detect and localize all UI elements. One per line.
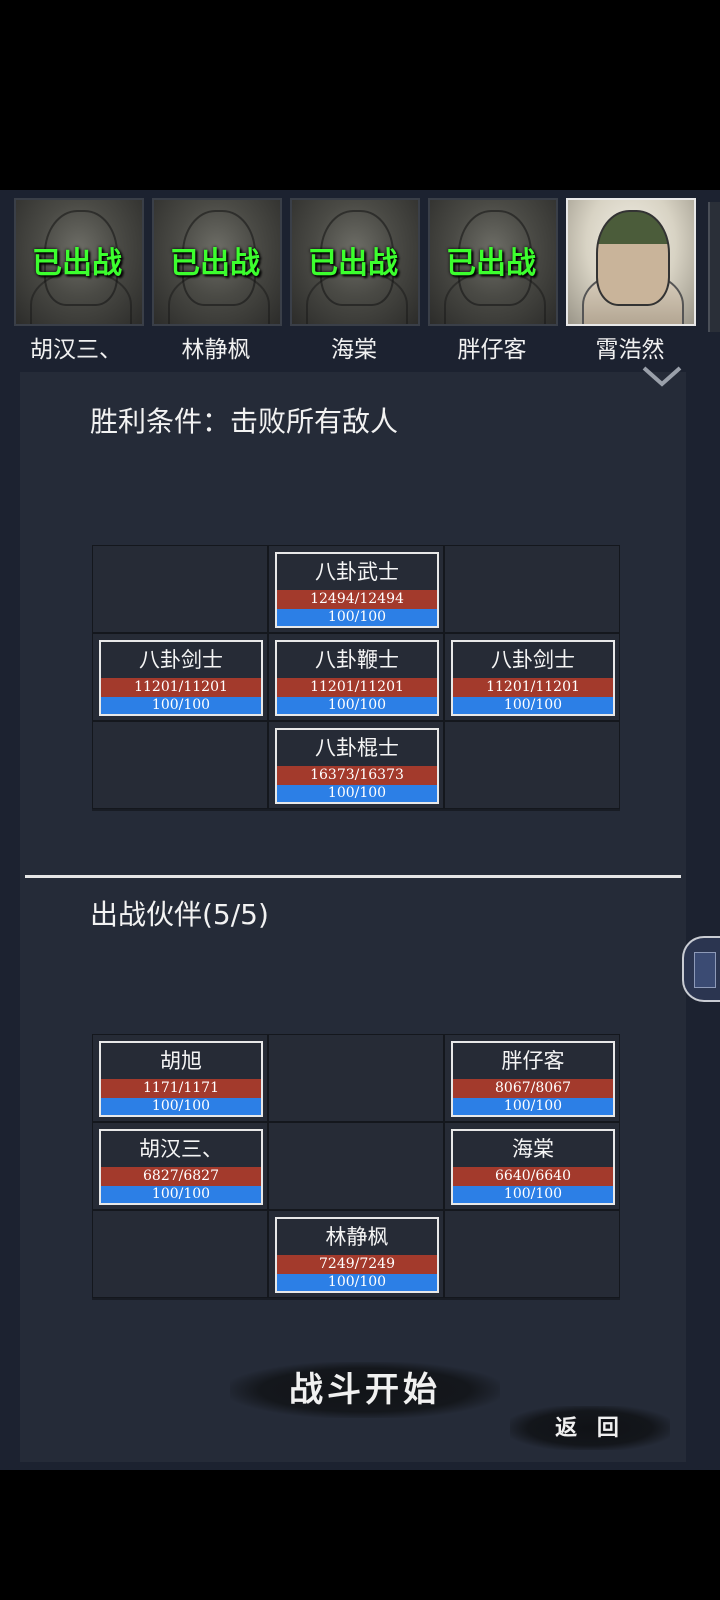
party-unit-card[interactable]: 胡旭 1171/1171 100/100 [99,1041,263,1117]
unit-name: 胡旭 [160,1049,202,1073]
deployed-status: 已出战 [446,246,536,281]
hero-card-3[interactable]: 已出战 [428,198,558,328]
enemy-unit-card[interactable]: 八卦鞭士 11201/11201 100/100 [275,640,439,716]
formation-cell[interactable] [444,1210,620,1298]
hp-bar: 11201/11201 [453,678,613,697]
hp-bar: 6640/6640 [453,1167,613,1186]
formation-cell[interactable]: 胡旭 1171/1171 100/100 [92,1034,268,1122]
hp-bar: 7249/7249 [277,1255,437,1274]
deployed-status: 已出战 [32,246,122,281]
formation-cell[interactable]: 胖仔客 8067/8067 100/100 [444,1034,620,1122]
formation-cell[interactable] [268,1034,444,1122]
hero-card-1[interactable]: 已出战 [152,198,282,328]
party-unit-card[interactable]: 林静枫 7249/7249 100/100 [275,1217,439,1293]
mp-bar: 100/100 [101,697,261,714]
formation-cell[interactable] [444,721,620,809]
hero-card-4[interactable] [566,198,696,328]
party-title: 出战伙伴(5/5) [90,898,269,931]
hp-bar: 11201/11201 [101,678,261,697]
unit-name: 胡汉三、 [139,1137,223,1161]
party-unit-card[interactable]: 胖仔客 8067/8067 100/100 [451,1041,615,1117]
unit-name: 八卦棍士 [315,736,399,760]
hp-bar: 16373/16373 [277,766,437,785]
deployed-status: 已出战 [170,246,260,281]
deployed-status: 已出战 [308,246,398,281]
enemy-unit-card[interactable]: 八卦剑士 11201/11201 100/100 [451,640,615,716]
mp-bar: 100/100 [101,1186,261,1203]
hero-name: 林静枫 [181,337,251,363]
party-unit-card[interactable]: 胡汉三、 6827/6827 100/100 [99,1129,263,1205]
mp-bar: 100/100 [277,697,437,714]
formation-cell[interactable] [92,545,268,633]
formation-cell[interactable]: 八卦武士 12494/12494 100/100 [268,545,444,633]
hp-bar: 8067/8067 [453,1079,613,1098]
formation-cell[interactable]: 八卦棍士 16373/16373 100/100 [268,721,444,809]
next-hero-peek[interactable] [708,202,720,332]
hero-card-2[interactable]: 已出战 [290,198,420,328]
unit-name: 八卦剑士 [139,648,223,672]
mp-bar: 100/100 [453,697,613,714]
mp-bar: 100/100 [453,1098,613,1115]
formation-cell[interactable]: 八卦鞭士 11201/11201 100/100 [268,633,444,721]
hero-card-0[interactable]: 已出战 [14,198,144,328]
unit-name: 八卦剑士 [491,648,575,672]
mp-bar: 100/100 [101,1098,261,1115]
side-menu-tab[interactable] [682,936,720,1002]
hp-bar: 11201/11201 [277,678,437,697]
party-formation-grid: 胡旭 1171/1171 100/100 胖仔客 8067/8067 100/100 胡汉三… [92,1034,620,1300]
hero-name: 海棠 [331,337,377,363]
formation-cell[interactable] [444,545,620,633]
formation-cell[interactable]: 八卦剑士 11201/11201 100/100 [444,633,620,721]
enemy-formation-grid: 八卦武士 12494/12494 100/100 八卦剑士 11201/11201 100… [92,545,620,811]
book-icon [694,952,716,988]
unit-name: 海棠 [512,1137,554,1161]
hero-name: 胖仔客 [457,337,527,363]
unit-name: 八卦武士 [315,560,399,584]
chevron-down-icon[interactable] [640,362,684,390]
enemy-unit-card[interactable]: 八卦剑士 11201/11201 100/100 [99,640,263,716]
hero-portrait [566,198,696,326]
start-battle-button[interactable]: 战斗开始 [230,1362,500,1418]
hp-bar: 12494/12494 [277,590,437,609]
formation-cell[interactable]: 八卦剑士 11201/11201 100/100 [92,633,268,721]
mp-bar: 100/100 [277,785,437,802]
enemy-unit-card[interactable]: 八卦棍士 16373/16373 100/100 [275,728,439,804]
hp-bar: 1171/1171 [101,1079,261,1098]
unit-name: 八卦鞭士 [315,648,399,672]
hero-name: 胡汉三、 [30,337,122,363]
formation-cell[interactable] [268,1122,444,1210]
mp-bar: 100/100 [277,609,437,626]
hp-bar: 6827/6827 [101,1167,261,1186]
party-unit-card[interactable]: 海棠 6640/6640 100/100 [451,1129,615,1205]
victory-condition: 胜利条件：击败所有敌人 [90,405,399,438]
section-divider [25,875,681,878]
formation-cell[interactable]: 海棠 6640/6640 100/100 [444,1122,620,1210]
hero-name: 霄浩然 [595,337,665,363]
unit-name: 林静枫 [325,1225,389,1249]
enemy-unit-card[interactable]: 八卦武士 12494/12494 100/100 [275,552,439,628]
formation-cell[interactable] [92,1210,268,1298]
mp-bar: 100/100 [277,1274,437,1291]
back-button[interactable]: 返 回 [510,1406,670,1450]
formation-cell[interactable]: 胡汉三、 6827/6827 100/100 [92,1122,268,1210]
mp-bar: 100/100 [453,1186,613,1203]
formation-cell[interactable] [92,721,268,809]
unit-name: 胖仔客 [501,1049,565,1073]
formation-cell[interactable]: 林静枫 7249/7249 100/100 [268,1210,444,1298]
